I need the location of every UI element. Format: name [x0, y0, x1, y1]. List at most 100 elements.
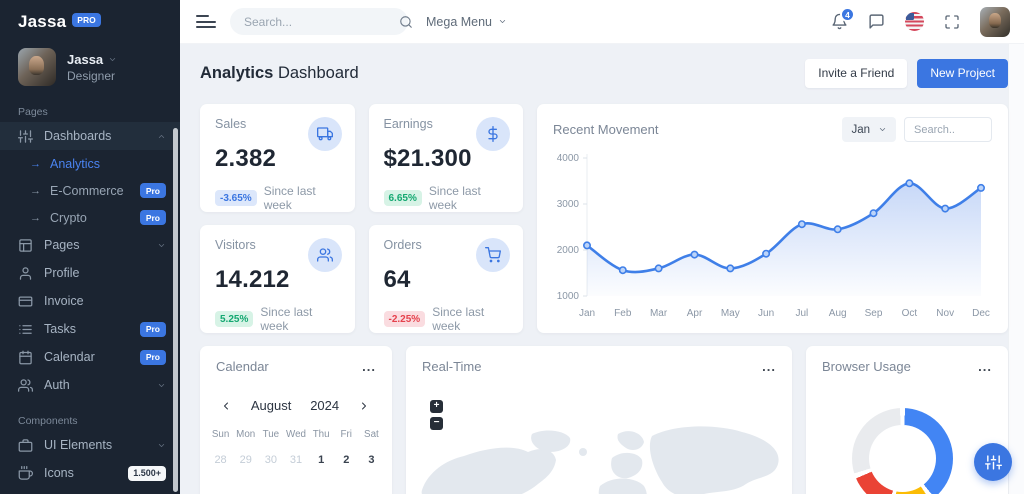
sidebar-item-label: Pages — [44, 238, 80, 252]
line-chart[interactable]: 1000 2000 3000 4000 Jan Feb Mar Apr May Jun Jul Aug… — [543, 146, 998, 332]
svg-text:Nov: Nov — [936, 308, 954, 319]
calendar-month[interactable]: August — [251, 398, 291, 413]
chevron-down-icon — [157, 241, 166, 250]
delta-badge: 5.25% — [215, 311, 254, 327]
user-avatar — [18, 48, 56, 86]
logo-text: Jassa — [18, 12, 67, 31]
sidebar-user[interactable]: Jassa Designer — [0, 36, 180, 96]
calendar-date[interactable]: 30 — [258, 454, 283, 466]
recent-movement-card: Recent Movement Jan 1000 2000 3000 4000 Jan F… — [537, 104, 1008, 333]
day-name: Mon — [236, 429, 256, 440]
truck-icon — [307, 117, 342, 151]
map-zoom-in-button[interactable]: + — [430, 400, 443, 413]
chevron-down-icon — [157, 381, 166, 390]
sidebar-item-ecommerce[interactable]: → E-Commerce Pro — [0, 177, 180, 204]
chart-search-input[interactable] — [904, 117, 992, 142]
arrow-right-icon: → — [30, 184, 41, 197]
next-month-button[interactable] — [358, 400, 370, 412]
more-menu-button[interactable]: ... — [762, 360, 776, 373]
world-map[interactable]: + − — [406, 386, 792, 494]
section-label-components: Components — [18, 415, 78, 427]
chevron-down-icon — [878, 125, 887, 134]
sidebar-item-pages[interactable]: Pages — [0, 231, 180, 259]
notifications-button[interactable]: 4 — [831, 7, 855, 30]
page-scrollbar-gutter[interactable] — [1008, 44, 1024, 494]
calendar-card: Calendar ... August 2024 Sun Mon Tue Wed… — [200, 346, 392, 494]
svg-text:Jun: Jun — [758, 308, 774, 319]
map-zoom-out-button[interactable]: − — [430, 417, 443, 430]
svg-text:Aug: Aug — [829, 308, 847, 319]
calendar-date[interactable]: 28 — [208, 454, 233, 466]
card-title: Browser Usage — [822, 359, 911, 374]
svg-text:Dec: Dec — [972, 308, 990, 319]
stat-note: Since last week — [432, 305, 485, 333]
sidebar-item-label: Dashboards — [44, 129, 112, 143]
sidebar-item-ui-elements[interactable]: UI Elements — [0, 431, 180, 459]
search-icon[interactable] — [399, 15, 413, 29]
sidebar-subitem-label: E-Commerce — [50, 183, 124, 198]
card-title: Recent Movement — [553, 122, 659, 137]
more-menu-button[interactable]: ... — [362, 360, 376, 373]
customizer-button[interactable] — [974, 443, 1012, 481]
map-svg — [421, 426, 779, 494]
sidebar-item-tasks[interactable]: Tasks Pro — [0, 315, 180, 343]
main-content: Analytics Dashboard Invite a Friend New … — [180, 44, 1008, 494]
sidebar: Jassa PRO Jassa Designer Pages Dashboard… — [0, 0, 180, 494]
svg-text:Oct: Oct — [902, 308, 918, 319]
sidebar-item-calendar[interactable]: Calendar Pro — [0, 343, 180, 371]
calendar-date[interactable]: 31 — [283, 454, 308, 466]
language-flag-icon[interactable] — [905, 12, 924, 31]
month-select[interactable]: Jan — [842, 117, 896, 142]
arrow-right-icon: → — [30, 211, 41, 224]
invite-friend-button[interactable]: Invite a Friend — [805, 58, 908, 88]
earnings-card: Earnings $21.300 6.65% Since last week — [368, 104, 523, 212]
sidebar-item-dashboards[interactable]: Dashboards — [0, 122, 180, 150]
sidebar-item-auth[interactable]: Auth — [0, 371, 180, 399]
sidebar-item-analytics[interactable]: → Analytics — [0, 150, 180, 177]
new-project-button[interactable]: New Project — [917, 58, 1008, 88]
day-name: Thu — [312, 429, 330, 440]
calendar-date[interactable]: 1 — [309, 454, 334, 466]
prev-month-button[interactable] — [220, 400, 232, 412]
fullscreen-button[interactable] — [944, 14, 960, 30]
month-select-value: Jan — [851, 123, 870, 136]
delta-badge: -3.65% — [215, 190, 257, 206]
donut-chart[interactable] — [852, 408, 953, 494]
day-name: Fri — [340, 429, 352, 440]
pro-badge: Pro — [139, 321, 166, 337]
messages-button[interactable] — [868, 13, 885, 30]
mega-menu-dropdown[interactable]: Mega Menu — [426, 15, 507, 29]
search-input[interactable] — [244, 14, 399, 29]
stat-note: Since last week — [428, 184, 481, 212]
sidebar-subitem-label: Analytics — [50, 156, 101, 171]
day-name: Wed — [286, 429, 306, 440]
delta-badge: 6.65% — [383, 190, 422, 206]
visitors-card: Visitors 14.212 5.25% Since last week — [200, 225, 355, 333]
calendar-year[interactable]: 2024 — [310, 398, 339, 413]
user-name: Jassa — [67, 51, 104, 67]
credit-card-icon — [18, 294, 33, 309]
sidebar-item-profile[interactable]: Profile — [0, 259, 180, 287]
logo[interactable]: Jassa PRO — [0, 0, 180, 36]
stats-grid: Sales 2.382 -3.65% Since last week Earni… — [200, 104, 523, 333]
svg-text:Jan: Jan — [579, 308, 595, 319]
svg-text:Apr: Apr — [687, 308, 703, 319]
sidebar-item-invoice[interactable]: Invoice — [0, 287, 180, 315]
sidebar-item-icons[interactable]: Icons 1.500+ — [0, 459, 180, 487]
section-label-pages: Pages — [18, 106, 48, 118]
calendar-date[interactable]: 3 — [359, 454, 384, 466]
calendar-date[interactable]: 2 — [334, 454, 359, 466]
sliders-icon — [18, 129, 33, 144]
message-icon — [869, 14, 884, 29]
header-search[interactable] — [230, 8, 412, 35]
calendar-date[interactable]: 29 — [233, 454, 258, 466]
top-header: Mega Menu 4 — [180, 0, 1024, 44]
briefcase-icon — [18, 438, 33, 453]
card-title: Calendar — [216, 359, 269, 374]
sidebar-scrollbar[interactable] — [173, 128, 178, 492]
sidebar-item-crypto[interactable]: → Crypto Pro — [0, 204, 180, 231]
user-role: Designer — [67, 68, 116, 83]
header-avatar[interactable] — [980, 6, 1010, 37]
menu-toggle-icon[interactable] — [196, 15, 216, 28]
more-menu-button[interactable]: ... — [978, 360, 992, 373]
